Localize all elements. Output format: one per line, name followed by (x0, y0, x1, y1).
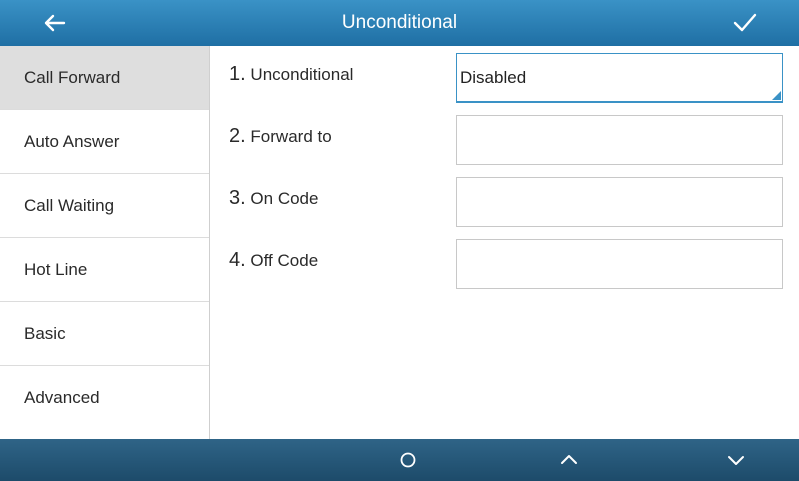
select-value: Disabled (460, 68, 527, 87)
field-label: 2. Forward to (229, 108, 332, 165)
sidebar-item-auto-answer[interactable]: Auto Answer (0, 110, 209, 174)
field-label-text: On Code (250, 189, 319, 208)
chevron-up-icon[interactable] (539, 439, 599, 481)
softkey-bar (0, 439, 799, 481)
field-number: 2. (229, 125, 246, 147)
form-row-on-code: 3. On Code (210, 170, 799, 227)
chevron-down-icon[interactable] (706, 439, 766, 481)
circle-icon[interactable] (378, 439, 438, 481)
form-row-unconditional: 1. Unconditional Disabled (210, 46, 799, 103)
page-title: Unconditional (341, 12, 458, 33)
title-bar: Unconditional (0, 0, 799, 46)
field-label: 1. Unconditional (229, 46, 353, 103)
field-label-text: Off Code (250, 251, 319, 270)
field-label-text: Forward to (250, 127, 332, 146)
forward-to-input[interactable] (456, 115, 783, 165)
sidebar-item-basic[interactable]: Basic (0, 302, 209, 366)
form-row-forward-to: 2. Forward to (210, 108, 799, 165)
on-code-input[interactable] (456, 177, 783, 227)
sidebar-item-call-waiting[interactable]: Call Waiting (0, 174, 209, 238)
field-label-text: Unconditional (250, 65, 354, 84)
unconditional-select[interactable]: Disabled (456, 53, 783, 103)
field-label: 4. Off Code (229, 232, 318, 289)
sidebar-item-hot-line[interactable]: Hot Line (0, 238, 209, 302)
off-code-input[interactable] (456, 239, 783, 289)
field-number: 3. (229, 187, 246, 209)
settings-form: 1. Unconditional Disabled 2. Forward to … (210, 46, 799, 439)
dropdown-corner-icon (772, 91, 781, 100)
field-number: 4. (229, 249, 246, 271)
form-row-off-code: 4. Off Code (210, 232, 799, 289)
checkmark-icon[interactable] (731, 9, 759, 37)
sidebar-item-call-forward[interactable]: Call Forward (0, 46, 209, 110)
sidebar: Call Forward Auto Answer Call Waiting Ho… (0, 46, 210, 439)
sidebar-item-advanced[interactable]: Advanced (0, 366, 209, 430)
field-number: 1. (229, 63, 246, 85)
field-label: 3. On Code (229, 170, 318, 227)
